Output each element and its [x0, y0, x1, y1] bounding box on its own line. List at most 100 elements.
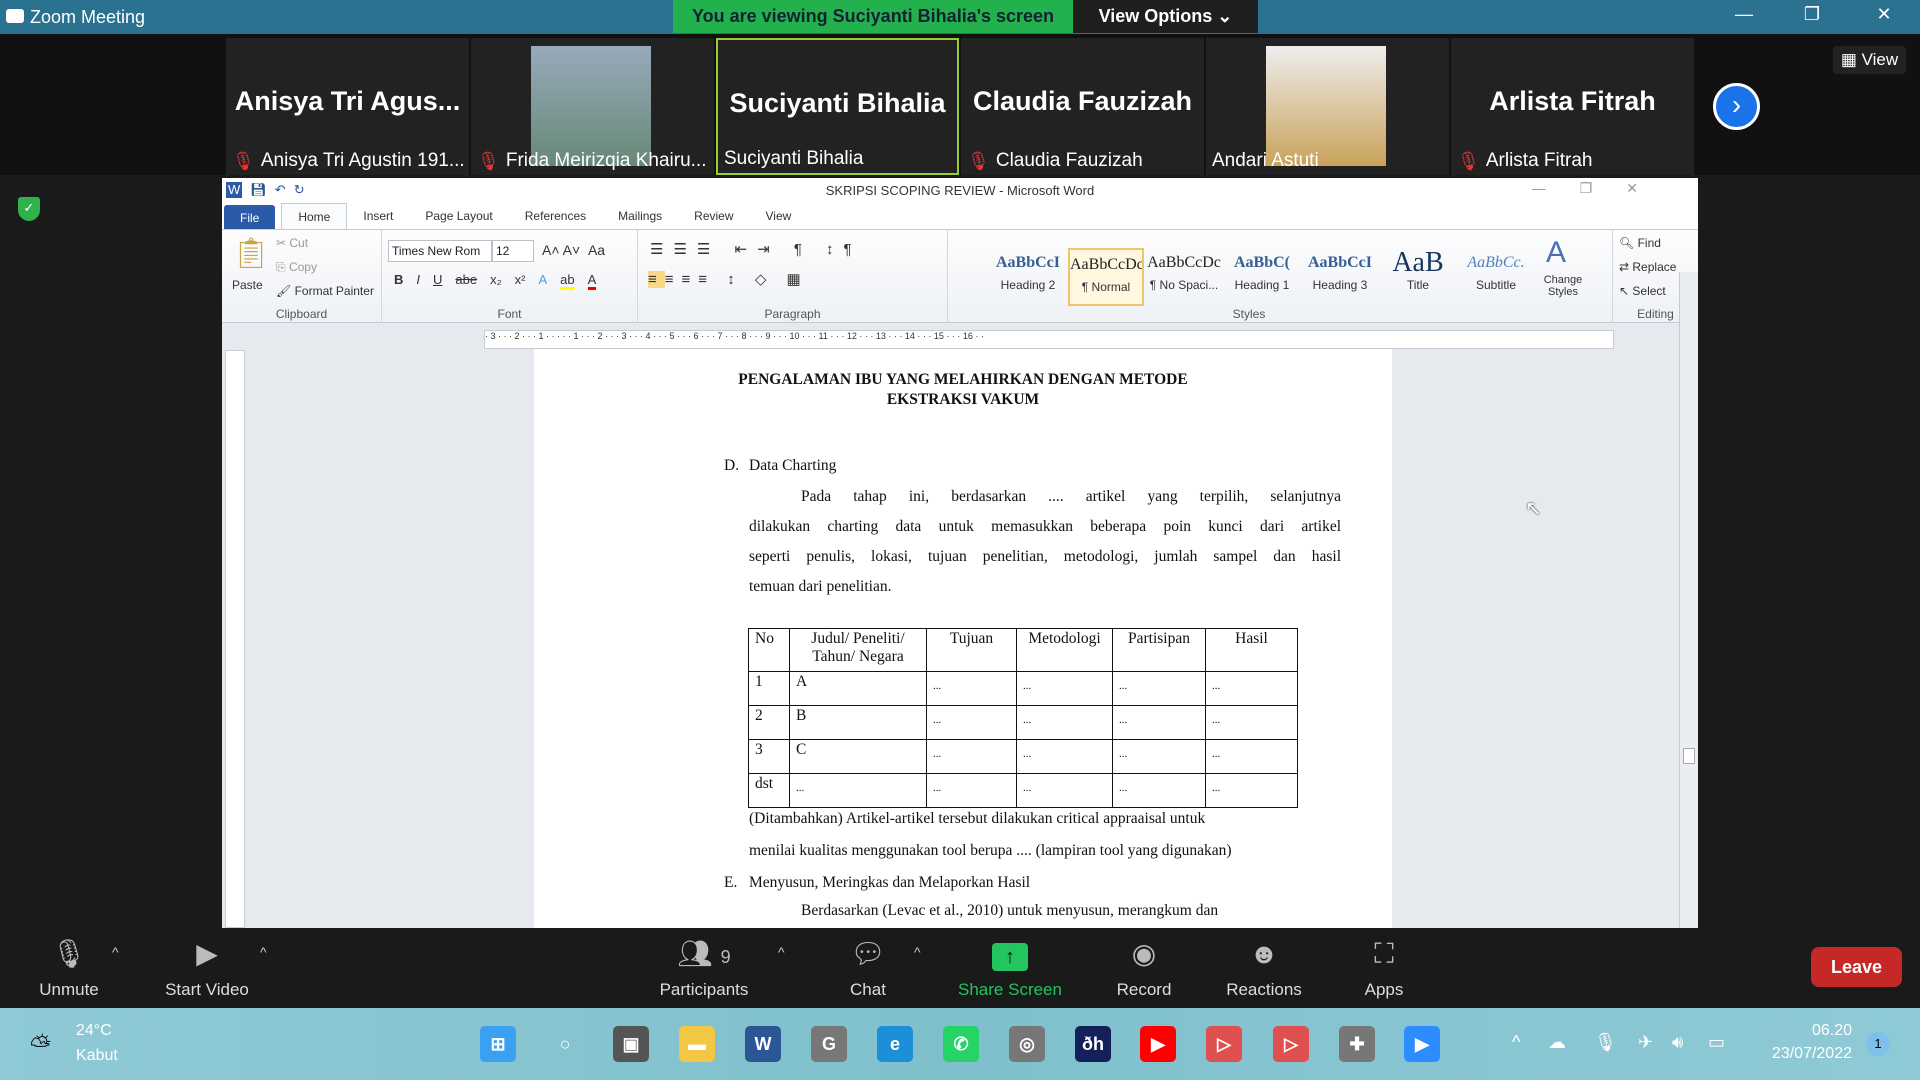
notification-badge[interactable]: 1 [1866, 1032, 1890, 1056]
participant-tile[interactable]: Anisya Tri Agus... 🎙︎ Anisya Tri Agustin 1… [226, 38, 469, 175]
reactions-button[interactable]: ☻ Reactions [1204, 936, 1324, 1000]
clock-time[interactable]: 06.20 [1752, 1022, 1852, 1040]
word-minimize-button[interactable]: — [1532, 180, 1546, 197]
superscript-button[interactable]: x² [515, 272, 526, 290]
participant-tile[interactable]: Suciyanti Bihalia Suciyanti Bihalia [716, 38, 959, 175]
highlight-icon[interactable]: ab [560, 272, 575, 290]
style-heading-2[interactable]: AaBbCcI Heading 2 [990, 248, 1066, 306]
onedrive-icon[interactable]: ☁ [1548, 1032, 1566, 1053]
copy-button[interactable]: ⎘ Copy [276, 260, 317, 275]
undo-icon[interactable]: ↶ [275, 182, 286, 198]
ribbon-tab-view[interactable]: View [750, 203, 808, 229]
taskbar-search-icon[interactable]: ○ [547, 1026, 583, 1062]
select-button[interactable]: ↖ Select [1619, 284, 1666, 298]
microphone-icon[interactable]: 🎙︎ [1594, 1032, 1617, 1053]
ribbon-tab-file[interactable]: File [224, 205, 276, 229]
style-heading-3[interactable]: AaBbCcI Heading 3 [1302, 248, 1378, 306]
redo-icon[interactable]: ↻ [294, 182, 305, 198]
document-page[interactable]: PENGALAMAN IBU YANG MELAHIRKAN DENGAN ME… [534, 349, 1392, 928]
taskbar-app-red-2-icon[interactable]: ▷ [1273, 1026, 1309, 1062]
ribbon-tab-insert[interactable]: Insert [347, 203, 409, 229]
share-screen-button[interactable]: ↑ Share Screen [950, 936, 1070, 1000]
paste-icon[interactable]: 📋︎ [232, 236, 270, 271]
word-restore-button[interactable]: ❐ [1580, 180, 1593, 197]
ribbon-tab-page-layout[interactable]: Page Layout [409, 203, 508, 229]
taskbar-zoom-icon[interactable]: ▶ [1404, 1026, 1440, 1062]
change-case-button[interactable]: Aa [588, 242, 605, 258]
participant-tile[interactable]: 🎙︎ Frida Meirizqia Khairu... [471, 38, 714, 175]
ribbon-tab-references[interactable]: References [509, 203, 602, 229]
ribbon-tab-review[interactable]: Review [678, 203, 749, 229]
taskbar-word-icon[interactable]: W [745, 1026, 781, 1062]
chat-caret[interactable]: ^ [914, 944, 921, 960]
taskbar-file-explorer-icon[interactable]: ▬ [679, 1026, 715, 1062]
taskbar-app-red-1-icon[interactable]: ▷ [1206, 1026, 1242, 1062]
grow-shrink-font-buttons[interactable]: A˄ A˅ Aa [542, 242, 605, 258]
next-page-arrow-icon[interactable]: › [1713, 83, 1760, 130]
taskbar-edge-icon[interactable]: e [877, 1026, 913, 1062]
security-shield-icon[interactable]: ✓ [18, 197, 40, 221]
paste-button[interactable]: Paste [232, 278, 263, 292]
taskbar-whatsapp-icon[interactable]: ✆ [943, 1026, 979, 1062]
align-left-button[interactable]: ≡ [648, 271, 665, 288]
alignment-buttons[interactable]: ≡≡≡≡ ↕ ◇ ▦ [648, 270, 809, 288]
text-effects-icon[interactable]: A [539, 272, 548, 290]
style-normal[interactable]: AaBbCcDc ¶ Normal [1068, 248, 1144, 306]
style-no-spaci[interactable]: AaBbCcDc ¶ No Spaci... [1146, 248, 1222, 306]
ribbon-tab-mailings[interactable]: Mailings [602, 203, 678, 229]
format-painter-button[interactable]: 🖌︎ Format Painter [276, 284, 374, 298]
save-icon[interactable]: 💾︎ [250, 182, 267, 198]
clock-date[interactable]: 23/07/2022 [1752, 1045, 1852, 1063]
taskbar-app-puzzle-icon[interactable]: ✚ [1339, 1026, 1375, 1062]
taskbar-app-green-icon[interactable]: ◎ [1009, 1026, 1045, 1062]
video-options-caret[interactable]: ^ [260, 944, 267, 960]
unmute-button[interactable]: 🎙︎ Unmute [9, 936, 129, 1000]
close-button[interactable]: ✕ [1864, 4, 1904, 25]
horizontal-ruler[interactable]: · 3 · · · 2 · · · 1 · · · · · 1 · · · 2 … [484, 330, 1614, 349]
style-subtitle[interactable]: AaBbCc. Subtitle [1458, 248, 1534, 306]
weather-temp[interactable]: 24°C [76, 1022, 112, 1040]
taskbar-app-dh-icon[interactable]: ðh [1075, 1026, 1111, 1062]
taskbar-start-icon[interactable]: ⊞ [480, 1026, 516, 1062]
leave-button[interactable]: Leave [1811, 947, 1902, 987]
minimize-button[interactable]: — [1724, 4, 1764, 25]
strikethrough-button[interactable]: abe [455, 272, 477, 290]
font-size-select[interactable]: 12 [492, 240, 534, 262]
taskbar-chrome-icon[interactable]: G [811, 1026, 847, 1062]
list-indent-buttons[interactable]: ☰☰☰ ⇤⇥ ¶ ↕¶ [650, 240, 862, 258]
font-color-icon[interactable]: A [587, 272, 597, 290]
underline-button[interactable]: U [433, 272, 442, 290]
change-styles-icon[interactable]: A [1546, 236, 1566, 270]
style-title[interactable]: AaB Title [1380, 248, 1456, 306]
view-options-button[interactable]: View Options ⌄ [1073, 0, 1258, 33]
participant-tile[interactable]: Arlista Fitrah 🎙︎ Arlista Fitrah [1451, 38, 1694, 175]
bold-button[interactable]: B [394, 272, 403, 290]
taskbar-task-view-icon[interactable]: ▣ [613, 1026, 649, 1062]
word-close-button[interactable]: ✕ [1626, 180, 1638, 197]
participants-button[interactable]: 👥︎ 9 Participants [644, 936, 764, 1000]
airplane-mode-icon[interactable]: ✈ [1638, 1032, 1653, 1053]
find-button[interactable]: 🔍︎ Find [1619, 236, 1661, 250]
vertical-scrollbar[interactable] [1679, 272, 1698, 928]
record-button[interactable]: ◉ Record [1084, 936, 1204, 1000]
view-button[interactable]: ▦ View [1833, 46, 1906, 74]
replace-button[interactable]: ⇄ Replace [1619, 260, 1676, 274]
italic-button[interactable]: I [416, 272, 420, 290]
volume-icon[interactable]: 🔊︎ [1672, 1032, 1683, 1053]
change-styles-button[interactable]: Change Styles [1538, 274, 1588, 298]
subscript-button[interactable]: x₂ [490, 272, 502, 290]
apps-button[interactable]: ⛶ Apps [1324, 936, 1444, 1000]
participant-tile[interactable]: Andari Astuti [1206, 38, 1449, 175]
start-video-button[interactable]: ▶︎ Start Video [147, 936, 267, 1000]
ribbon-tab-home[interactable]: Home [281, 203, 348, 229]
tray-overflow-icon[interactable]: ^ [1512, 1032, 1520, 1053]
scrollbar-thumb[interactable] [1683, 748, 1695, 764]
maximize-button[interactable]: ❐ [1792, 4, 1832, 25]
battery-icon[interactable]: ▭ [1708, 1032, 1725, 1053]
weather-desc[interactable]: Kabut [76, 1047, 118, 1065]
participant-tile[interactable]: Claudia Fauzizah 🎙︎ Claudia Fauzizah [961, 38, 1204, 175]
cut-button[interactable]: ✂ Cut [276, 236, 308, 250]
taskbar-youtube-icon[interactable]: ▶ [1140, 1026, 1176, 1062]
style-heading-1[interactable]: AaBbC(Heading 1 [1224, 248, 1300, 306]
audio-options-caret[interactable]: ^ [112, 944, 119, 960]
